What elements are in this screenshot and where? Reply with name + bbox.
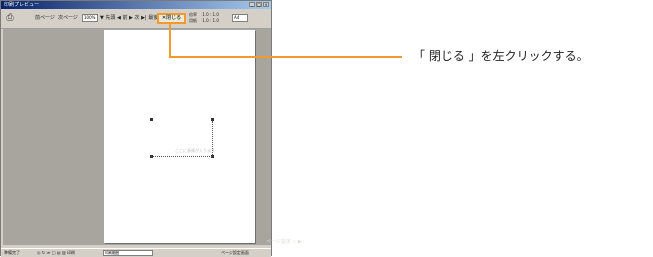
window-controls: _ □ × — [249, 2, 269, 7]
paper-select[interactable]: A4 — [232, 14, 248, 22]
preview-page — [104, 30, 255, 243]
corner-controls[interactable]: ページ設定 ◇ ▶ — [266, 238, 302, 245]
close-window-button[interactable]: × — [263, 2, 269, 7]
zoom-select[interactable]: 100% — [82, 14, 98, 22]
next-page-button[interactable]: 次ページ — [58, 14, 78, 23]
zoom-info-1: 倍率 1.0 : 1.0 — [189, 12, 219, 17]
title-bar: 印刷プレビュー _ □ × — [1, 1, 271, 9]
callout-instruction: 「 閉じる 」を左クリックする。 — [413, 49, 589, 63]
selection-handle[interactable] — [150, 118, 153, 121]
zoom-info-2: 用紙 1.0 : 1.0 — [189, 18, 219, 23]
maximize-button[interactable]: □ — [256, 2, 262, 7]
selection-edge — [151, 156, 212, 157]
status-print-range[interactable]: 印刷範囲 — [103, 250, 153, 256]
minimize-button[interactable]: _ — [249, 2, 255, 7]
close-preview-button[interactable]: ✕閉じる — [157, 13, 186, 24]
callout-line-vertical — [169, 24, 171, 57]
prev-page-button[interactable]: 前ページ — [35, 14, 55, 23]
toolbar: ⎙ 前ページ 次ページ 100% ▼ 先頭 ◀ 前 ▶ 次 ▶| 最後 ✕閉じる… — [1, 10, 271, 29]
callout-line-horizontal — [169, 56, 402, 58]
window-title: 印刷プレビュー — [4, 2, 40, 8]
page-placeholder-text: ここに画像が入ります — [175, 148, 215, 153]
printer-icon[interactable]: ⎙ — [5, 13, 15, 23]
page-navigation[interactable]: ▼ 先頭 ◀ 前 ▶ 次 ▶| 最後 — [100, 14, 158, 23]
